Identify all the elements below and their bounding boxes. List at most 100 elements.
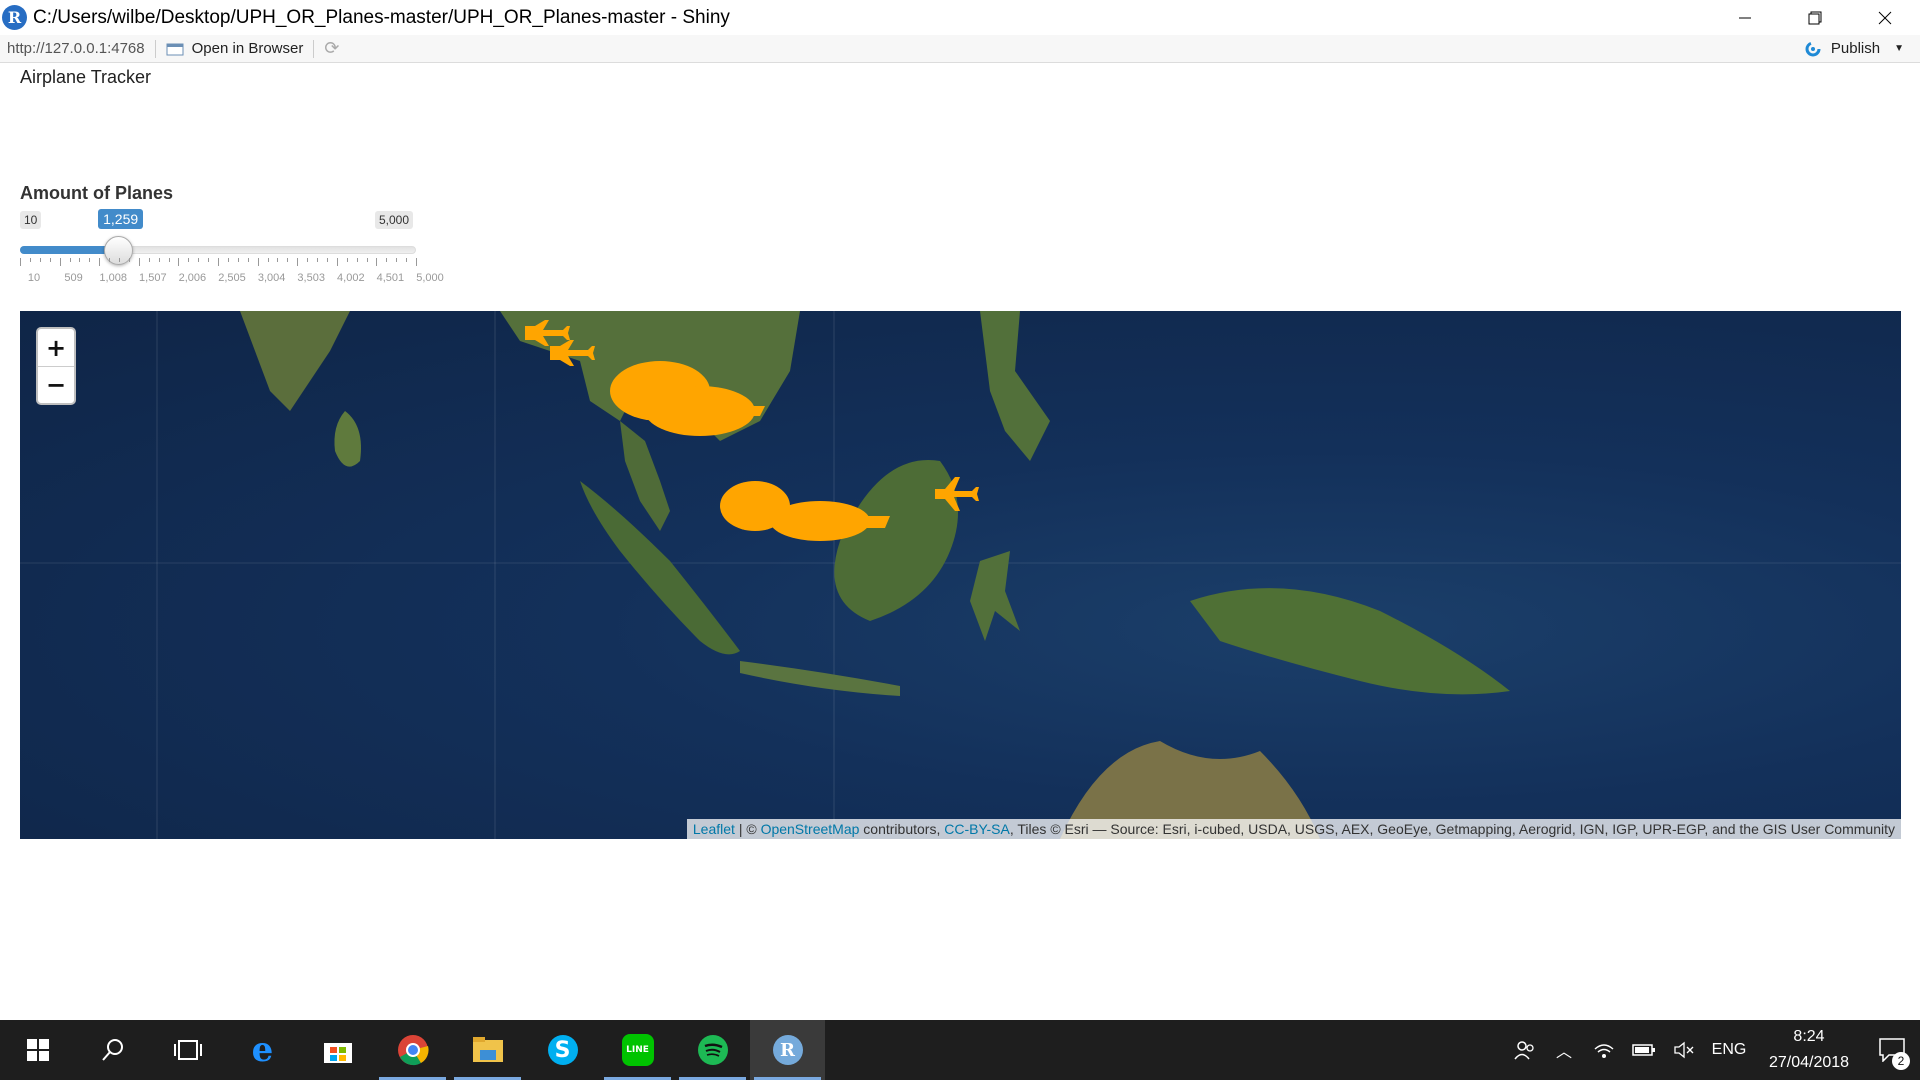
chevron-up-icon[interactable]: ︿ (1544, 1038, 1584, 1062)
slider-minor-tick (287, 258, 289, 262)
slider-major-tick (20, 258, 21, 266)
slider-major-tick (376, 258, 378, 266)
search-button[interactable] (75, 1020, 150, 1080)
close-icon (1878, 11, 1892, 24)
publish-label: Publish (1830, 40, 1881, 57)
open-browser-icon (166, 43, 184, 55)
slider-tick-labels: 10 509 1,008 1,507 2,006 2,505 3,004 3,503 4,002… (20, 272, 444, 286)
viewer-toolbar: http://127.0.0.1:4768 Open in Browser ⟳ … (0, 35, 1920, 63)
slider-minor-tick (396, 258, 398, 262)
slider-minor-tick (119, 258, 120, 262)
slider-minor-tick (29, 258, 31, 262)
minimize-button[interactable] (1710, 0, 1780, 35)
toolbar-divider (313, 39, 315, 58)
notification-count-badge: 2 (1892, 1052, 1910, 1070)
window-title: C:/Users/wilbe/Desktop/UPH_OR_Planes-mas… (33, 6, 730, 28)
app-title: Airplane Tracker (20, 67, 152, 87)
zoom-in-button[interactable]: + (38, 329, 74, 366)
line-icon: LINE (621, 1034, 654, 1066)
attribution-contributors: contributors, (859, 821, 945, 837)
satellite-basemap (20, 311, 1901, 839)
slider-major-tick (257, 258, 259, 266)
spotify-icon (697, 1035, 728, 1065)
taskbar-line[interactable]: LINE (600, 1020, 675, 1080)
slider-minor-tick (188, 258, 190, 262)
slider-minor-tick (39, 258, 41, 262)
slider-minor-tick (326, 258, 328, 262)
battery-icon[interactable] (1624, 1043, 1664, 1057)
slider-minor-tick (128, 258, 130, 262)
slider-minor-tick (79, 258, 81, 262)
taskbar-store[interactable] (300, 1020, 375, 1080)
landmass-java (740, 661, 900, 696)
slider-minor-tick (317, 258, 318, 262)
url-display: http://127.0.0.1:4768 (7, 40, 145, 57)
slider-tick-label: 10 (27, 272, 41, 284)
slider-minor-tick (247, 258, 249, 262)
r-logo-icon: R (2, 5, 27, 30)
landmass-india (240, 311, 350, 411)
slider-minor-tick (366, 258, 368, 262)
task-view-icon (173, 1040, 202, 1060)
zoom-control: + − (36, 327, 76, 405)
action-center-button[interactable]: 2 (1864, 1038, 1920, 1070)
chevron-down-icon[interactable]: ▼ (1894, 43, 1904, 54)
slider-major-tick (138, 258, 140, 266)
clock[interactable]: 8:24 27/04/2018 (1754, 1024, 1864, 1076)
taskbar-rstudio[interactable]: R (750, 1020, 825, 1080)
slider-major-tick (416, 258, 417, 266)
slider-minor-tick (158, 258, 160, 262)
slider-tick-label: 509 (64, 272, 83, 284)
slider-minor-tick (406, 258, 408, 262)
taskbar-skype[interactable]: S (525, 1020, 600, 1080)
slider-minor-tick (208, 258, 210, 262)
slider-min-label: 10 (20, 211, 42, 229)
taskbar-chrome[interactable] (375, 1020, 450, 1080)
open-in-browser-label: Open in Browser (191, 40, 304, 57)
leaflet-link[interactable]: Leaflet (693, 821, 735, 837)
landmass-sri-lanka (334, 411, 361, 467)
slider-minor-tick (356, 258, 358, 262)
toolbar-divider (154, 39, 156, 58)
slider-minor-tick (267, 258, 269, 262)
slider-tick-label: 2,006 (178, 272, 207, 284)
task-view-button[interactable] (150, 1020, 225, 1080)
shiny-app: Airplane Tracker Amount of Planes 10 1,2… (0, 63, 1920, 1020)
rstudio-icon: R (772, 1035, 803, 1065)
slider-label: Amount of Planes (20, 183, 174, 203)
language-indicator[interactable]: ENG (1704, 1041, 1754, 1059)
landmass-new-guinea (1190, 588, 1510, 695)
taskbar-file-explorer[interactable] (450, 1020, 525, 1080)
file-explorer-icon (472, 1037, 503, 1062)
zoom-out-button[interactable]: − (38, 366, 74, 403)
map-attribution: Leaflet | © OpenStreetMap contributors, … (686, 819, 1901, 839)
taskbar-edge[interactable]: e (225, 1020, 300, 1080)
leaflet-map[interactable]: + − Leaflet | © OpenStreetMap contributo… (20, 311, 1901, 839)
open-in-browser-button[interactable]: Open in Browser (166, 40, 304, 57)
slider-major-tick (336, 258, 338, 266)
slider-minor-tick (69, 258, 71, 262)
minimize-icon (1739, 17, 1751, 18)
start-button[interactable] (0, 1020, 75, 1080)
slider-major-tick (99, 258, 101, 266)
publish-button[interactable]: Publish ▼ (1803, 40, 1904, 57)
store-icon (323, 1043, 352, 1063)
refresh-icon[interactable]: ⟳ (324, 38, 339, 59)
slider-minor-tick (227, 258, 229, 262)
restore-button[interactable] (1780, 0, 1850, 35)
slider-minor-tick (386, 258, 388, 262)
people-icon[interactable] (1504, 1039, 1544, 1061)
taskbar-spotify[interactable] (675, 1020, 750, 1080)
edge-icon: e (251, 1030, 274, 1070)
volume-muted-icon[interactable] (1664, 1041, 1704, 1059)
slider-tick-label: 3,503 (297, 272, 325, 284)
wifi-icon[interactable] (1584, 1041, 1624, 1059)
attribution-tiles: , Tiles © Esri — Source: Esri, i-cubed, … (1009, 821, 1895, 837)
slider-minor-tick (277, 258, 279, 262)
slider-major-tick (178, 258, 180, 266)
publish-icon (1805, 41, 1821, 56)
license-link[interactable]: CC-BY-SA (944, 821, 1010, 837)
openstreetmap-link[interactable]: OpenStreetMap (761, 821, 860, 837)
slider-tick-label: 2,505 (218, 272, 246, 284)
close-button[interactable] (1850, 0, 1920, 35)
